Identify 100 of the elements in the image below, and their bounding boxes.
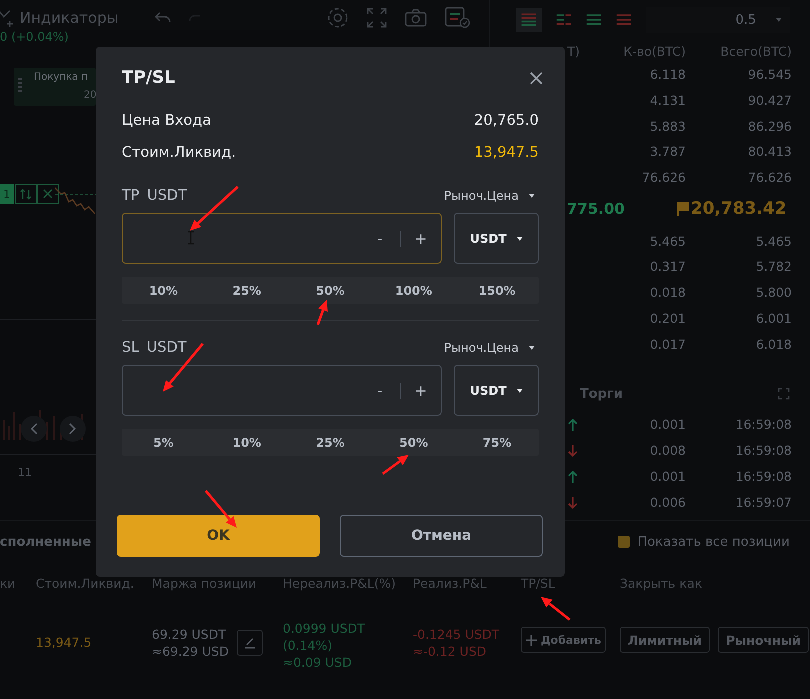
margin-value: 69.29 USDT [152,627,228,642]
undo-icon[interactable] [154,12,171,24]
order-price: 20 [84,90,97,101]
increment-button[interactable]: + [401,230,441,248]
info-value: 20,765.0 [474,113,539,129]
column-header: Реализ.P&L [413,576,488,590]
bid-quantity: 0.018 [649,285,686,300]
caret-down-icon [516,236,523,240]
ask-quantity: 5.883 [649,118,686,134]
currency-select[interactable]: USDT [454,365,539,416]
unrealized-pnl: (0.14%) [283,638,334,653]
caret-down-icon [516,388,523,392]
close-icon [43,189,53,199]
position-tag: 1 [0,184,14,204]
annotation-arrow [541,597,571,622]
arrow-down-icon [568,444,578,457]
swap-icon [20,188,32,200]
annotation-arrow [205,490,237,528]
trigger-select[interactable]: Рыноч.Цена [444,341,539,355]
column-header: Маржа позиции [152,576,258,590]
unrealized-pnl: ≈0.09 USD [283,655,353,670]
realized-pnl: -0.1245 USDT [413,627,501,642]
trade-time: 16:59:08 [734,469,792,484]
percent-chip[interactable]: 100% [372,277,456,304]
chevron-left-icon [30,423,38,435]
percent-chip[interactable]: 10% [205,429,289,456]
trade-time: 16:59:08 [734,443,792,458]
column-header: К-во(BTC) [622,44,686,58]
ok-button[interactable]: OK [117,515,320,557]
decrement-button[interactable]: - [360,230,400,248]
realized-pnl: ≈-0.12 USD [413,644,488,659]
camera-icon[interactable] [405,9,427,27]
close-button[interactable] [528,70,545,86]
section-label: TP USDT [122,188,188,204]
plus-icon [526,634,537,646]
trade-quantity: 0.001 [649,417,686,432]
edit-margin-button[interactable] [236,630,263,656]
price-field[interactable]: - + [122,365,442,416]
percent-chip[interactable]: 150% [456,277,539,304]
ask-total: 80.413 [747,144,792,160]
column-header: Т) [566,44,580,58]
settings-icon[interactable] [327,7,349,29]
checkbox[interactable] [618,536,630,548]
dialog-title: TP/SL [122,68,176,88]
bid-total: 5.465 [755,234,792,249]
drag-handle-icon[interactable] [18,78,22,94]
caret-down-icon [529,194,535,198]
close-position-button[interactable] [37,184,59,204]
orderbook-both-icon[interactable] [516,8,542,32]
ask-total: 76.626 [747,170,792,186]
chevron-right-icon [69,423,77,435]
column-header: Нереализ.P&L(%) [283,576,397,590]
column-header: Закрыть как [620,576,704,590]
orderbook-asks-icon[interactable] [616,12,632,28]
flag-icon [677,202,689,216]
info-label: Стоим.Ликвид. [122,145,236,161]
text-cursor-icon [188,231,194,245]
percent-chip[interactable]: 10% [122,277,206,304]
annotation-arrow [316,300,328,326]
caret-down-icon [529,346,535,350]
trade-time: 16:59:07 [734,495,792,510]
reverse-button[interactable] [15,184,37,204]
percent-chip[interactable]: 25% [205,277,289,304]
column-header: Всего(BTC) [720,44,792,58]
scroll-left-button[interactable] [21,416,47,442]
trigger-select[interactable]: Рыноч.Цена [444,189,539,203]
column-header: Стоим.Ликвид. [36,576,136,590]
order-list-icon[interactable] [445,7,471,29]
percent-chip[interactable]: 75% [456,429,539,456]
expand-icon[interactable] [778,388,790,400]
price-change: 0 (+0.04%) [0,30,69,44]
margin-value: ≈69.29 USD [152,644,229,659]
column-header: ки [0,576,17,590]
trade-time: 16:59:08 [734,417,792,432]
annotation-arrow [190,186,239,231]
indicators-icon[interactable] [0,9,16,27]
decrement-button[interactable]: - [360,382,400,400]
bid-quantity: 0.317 [649,259,686,274]
checkbox-label: Показать все позиции [638,534,790,550]
percent-chip[interactable]: 50% [372,429,456,456]
currency-select[interactable]: USDT [454,213,539,264]
percent-chip[interactable]: 5% [122,429,206,456]
unrealized-pnl: 0.0999 USDT [283,621,366,636]
orderbook-split-icon[interactable] [556,12,572,28]
bid-quantity: 0.017 [649,336,686,352]
orderbook-bids-icon[interactable] [586,12,602,28]
order-label: Покупка п [34,72,88,83]
price-field[interactable]: - + [122,213,442,264]
last-price: 775.00 [566,200,625,218]
percent-chip[interactable]: 50% [288,277,372,304]
cancel-button[interactable]: Отмена [340,515,543,557]
percent-chip[interactable]: 25% [288,429,372,456]
scroll-right-button[interactable] [60,416,86,442]
ask-quantity: 6.118 [649,67,686,82]
info-value: 13,947.5 [474,145,539,161]
bid-quantity: 5.465 [649,234,686,249]
trade-quantity: 0.001 [649,469,686,484]
fullscreen-icon[interactable] [367,8,387,28]
trade-quantity: 0.008 [649,443,686,458]
increment-button[interactable]: + [401,382,441,400]
